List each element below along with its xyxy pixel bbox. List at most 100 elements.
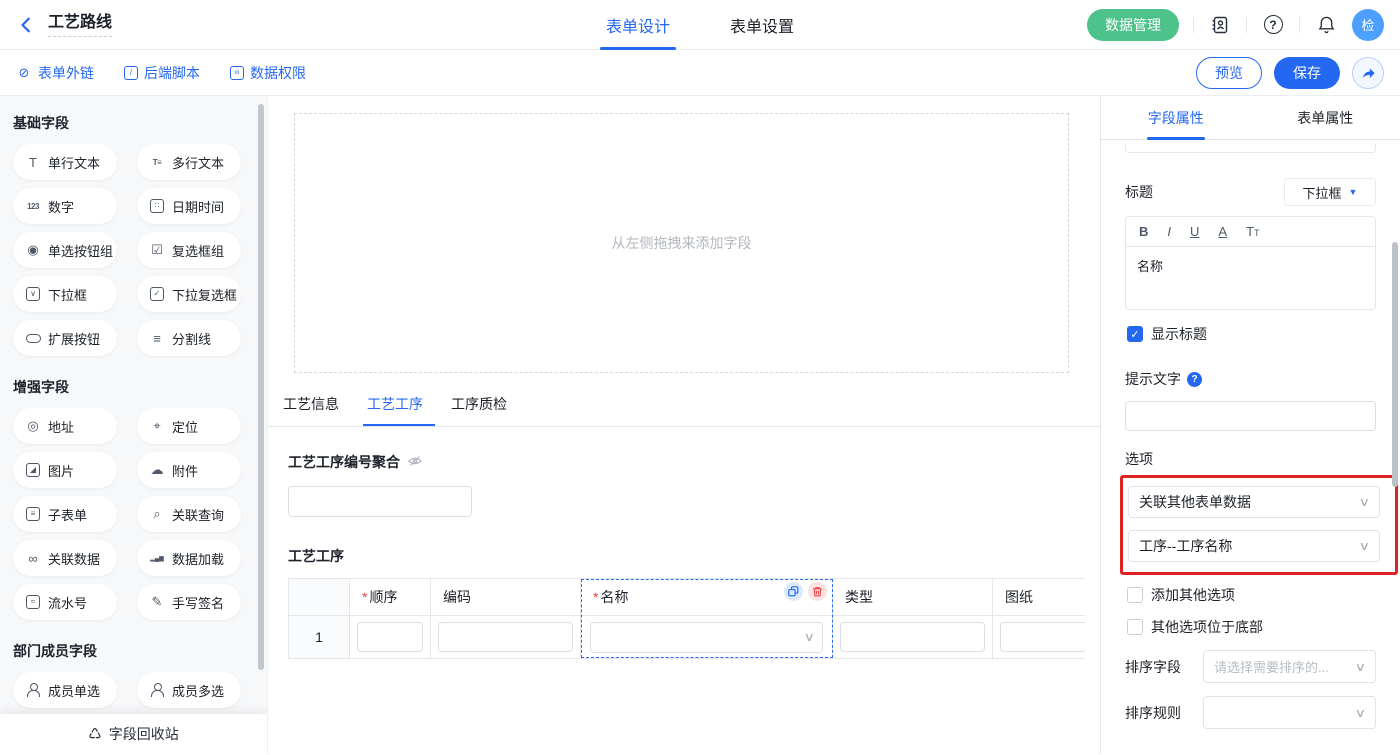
form-external-link[interactable]: ⊘ 表单外链 [16, 63, 94, 83]
field-pill[interactable]: ◢图片 [13, 452, 117, 488]
field-pill[interactable]: ✎手写签名 [137, 584, 241, 620]
title-editor-text[interactable]: 名称 [1126, 247, 1375, 309]
column-cell [993, 616, 1085, 658]
aggregate-field-input[interactable] [288, 486, 472, 517]
tab-form-settings[interactable]: 表单设置 [730, 0, 794, 50]
column-cell [833, 616, 992, 658]
column-cell: 1 [289, 616, 349, 658]
tab-form-properties[interactable]: 表单属性 [1251, 96, 1400, 139]
field-pill-label: 下拉框 [48, 285, 87, 304]
copy-icon[interactable] [784, 582, 803, 601]
field-pill[interactable]: ☁附件 [137, 452, 241, 488]
divider [1193, 17, 1194, 33]
cell-input[interactable] [357, 622, 423, 652]
field-pill[interactable]: 成员多选 [137, 672, 241, 708]
field-pill[interactable]: ◎地址 [13, 408, 117, 444]
hint-help-icon[interactable]: ? [1187, 372, 1202, 387]
hint-text-input[interactable] [1125, 401, 1376, 431]
field-pill-label: 成员多选 [172, 681, 224, 700]
field-pill[interactable]: 扩展按钮 [13, 320, 117, 356]
bell-icon[interactable] [1314, 13, 1338, 37]
show-title-checkbox[interactable]: ✓ [1127, 326, 1143, 342]
preview-button[interactable]: 预览 [1196, 57, 1262, 89]
font-color-icon[interactable]: A [1218, 224, 1227, 239]
share-icon[interactable] [1352, 57, 1384, 89]
form-toolbar: ⊘ 表单外链 / 后端脚本 ılı 数据权限 预览 保存 [0, 50, 1400, 96]
field-recycle-bin[interactable]: ♺ 字段回收站 [0, 714, 267, 754]
member-single-icon [25, 682, 41, 698]
add-other-option-checkbox[interactable] [1127, 587, 1143, 603]
data-permission-link[interactable]: ılı 数据权限 [230, 63, 306, 83]
field-pill[interactable]: ∨下拉框 [13, 276, 117, 312]
field-pill[interactable]: T单行文本 [13, 144, 117, 180]
bold-icon[interactable]: B [1139, 224, 1148, 239]
sidebar-scrollbar[interactable] [258, 104, 264, 670]
subform-column-selected[interactable]: *名称∨ [581, 579, 833, 658]
field-pill[interactable]: ✓下拉复选框 [137, 276, 241, 312]
italic-icon[interactable]: I [1167, 224, 1171, 239]
field-pill[interactable]: ∷日期时间 [137, 188, 241, 224]
page-title[interactable]: 工艺路线 [48, 13, 112, 37]
panel-scrollbar[interactable] [1392, 242, 1398, 487]
single-line-text-icon: T [25, 154, 41, 170]
form-section-tabs: 工艺信息 工艺工序 工序质检 [268, 373, 1100, 427]
field-pill[interactable]: ☑复选框组 [137, 232, 241, 268]
sidebar-section-title: 部门成员字段 [13, 641, 267, 661]
subform-column[interactable]: 编码 [431, 579, 581, 658]
title-type-select[interactable]: 下拉框 ▼ [1284, 178, 1376, 206]
sort-rule-select[interactable]: ∨ [1203, 696, 1376, 729]
address-icon: ◎ [25, 418, 41, 434]
field-pill[interactable]: ≈流水号 [13, 584, 117, 620]
subform-column[interactable]: 1 [289, 579, 350, 658]
tab-process-steps[interactable]: 工艺工序 [367, 394, 423, 426]
aggregate-field-label: 工艺工序编号聚合 [288, 452, 400, 472]
data-manage-button[interactable]: 数据管理 [1087, 9, 1179, 41]
field-pill[interactable]: 成员单选 [13, 672, 117, 708]
field-pill-label: 定位 [172, 417, 198, 436]
back-icon[interactable] [16, 14, 38, 36]
cell-input[interactable] [1000, 622, 1085, 652]
field-pill[interactable]: ≡分割线 [137, 320, 241, 356]
tab-form-design[interactable]: 表单设计 [606, 0, 670, 50]
truncated-input[interactable] [1125, 144, 1376, 153]
cell-input[interactable] [840, 622, 985, 652]
address-book-icon[interactable] [1208, 13, 1232, 37]
chevron-down-icon: ∨ [804, 630, 815, 644]
tab-field-properties[interactable]: 字段属性 [1101, 96, 1251, 139]
attachment-icon: ☁ [149, 462, 165, 478]
option-field-select[interactable]: 工序--工序名称 ∨ [1128, 530, 1380, 562]
font-size-icon[interactable]: TT [1246, 224, 1259, 239]
multi-line-text-icon: T≡ [149, 154, 165, 170]
backend-script-link[interactable]: / 后端脚本 [124, 63, 200, 83]
sort-field-select[interactable]: 请选择需要排序的... ∨ [1203, 650, 1376, 683]
save-button[interactable]: 保存 [1274, 57, 1340, 89]
field-pill[interactable]: ⌖定位 [137, 408, 241, 444]
cell-input[interactable] [438, 622, 573, 652]
delete-icon[interactable] [808, 582, 827, 601]
name-column-select[interactable]: ∨ [590, 622, 823, 653]
help-icon[interactable]: ? [1261, 13, 1285, 37]
subform-column[interactable]: *顺序 [350, 579, 431, 658]
tab-step-inspection[interactable]: 工序质检 [451, 394, 507, 426]
field-pill[interactable]: ▂▄▆数据加载 [137, 540, 241, 576]
field-pill-label: 单选按钮组 [48, 241, 113, 260]
field-pill[interactable]: ≡子表单 [13, 496, 117, 532]
script-icon: / [124, 66, 138, 80]
avatar[interactable]: 检 [1352, 9, 1384, 41]
underline-icon[interactable]: U [1190, 224, 1199, 239]
subform-column[interactable]: 图纸 [993, 579, 1085, 658]
hint-text-label: 提示文字 [1125, 369, 1181, 389]
subform-column[interactable]: 类型 [833, 579, 993, 658]
dropzone-hint: 从左侧拖拽来添加字段 [612, 233, 752, 253]
field-pill[interactable]: 123数字 [13, 188, 117, 224]
field-pill[interactable]: T≡多行文本 [137, 144, 241, 180]
serial-number-icon: ≈ [25, 594, 41, 610]
field-dropzone[interactable]: 从左侧拖拽来添加字段 [294, 113, 1069, 373]
tab-process-info[interactable]: 工艺信息 [283, 394, 339, 426]
sort-field-label: 排序字段 [1125, 657, 1181, 677]
field-pill[interactable]: ⌕关联查询 [137, 496, 241, 532]
option-source-select[interactable]: 关联其他表单数据 ∨ [1128, 486, 1380, 518]
field-pill[interactable]: ∞关联数据 [13, 540, 117, 576]
other-option-bottom-checkbox[interactable] [1127, 619, 1143, 635]
field-pill[interactable]: ◉单选按钮组 [13, 232, 117, 268]
